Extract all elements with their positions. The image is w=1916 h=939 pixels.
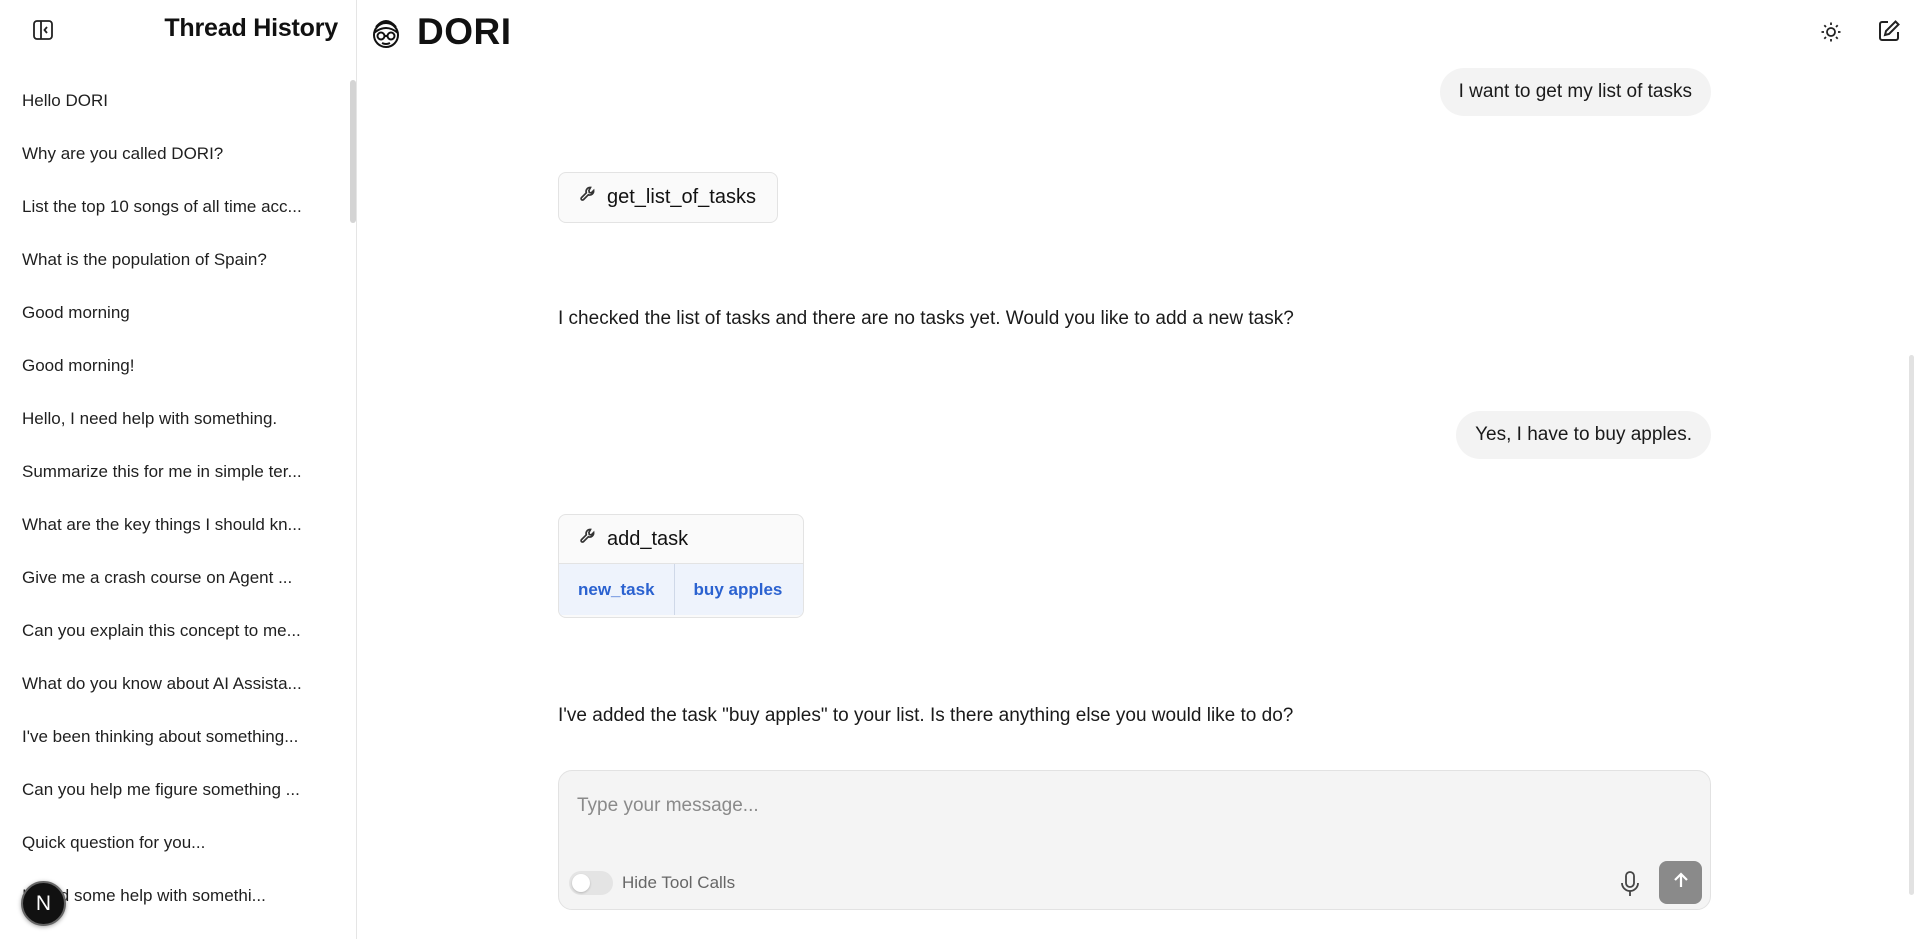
thread-item[interactable]: List the top 10 songs of all time acc... bbox=[0, 180, 345, 233]
tool-arg-key: new_task bbox=[578, 579, 655, 599]
thread-item[interactable]: What is the population of Spain? bbox=[0, 233, 345, 286]
tool-call-card[interactable]: get_list_of_tasks bbox=[558, 172, 778, 223]
thread-item[interactable]: What are the key things I should kn... bbox=[0, 498, 345, 551]
arrow-up-icon bbox=[1671, 870, 1691, 895]
tool-call-name: add_task bbox=[607, 527, 689, 550]
user-avatar[interactable]: N bbox=[21, 881, 66, 926]
thread-item[interactable]: Why are you called DORI? bbox=[0, 127, 345, 180]
thread-item[interactable]: Hello DORI bbox=[0, 74, 345, 127]
chat-area: I want to get my list of tasks get_list_… bbox=[358, 64, 1906, 939]
thread-item[interactable]: I've been thinking about something... bbox=[0, 710, 345, 763]
app-root: Thread History Hello DORI Why are you ca… bbox=[0, 0, 1916, 939]
toggle-knob bbox=[572, 874, 590, 892]
thread-item[interactable]: Can you help me figure something ... bbox=[0, 763, 345, 816]
thread-item[interactable]: Good morning! bbox=[0, 339, 345, 392]
sidebar-title: Thread History bbox=[164, 14, 338, 42]
thread-item[interactable]: Quick question for you... bbox=[0, 816, 345, 869]
thread-item[interactable]: Good morning bbox=[0, 286, 345, 339]
sidebar-collapse-icon[interactable] bbox=[30, 17, 56, 43]
tool-call-header: add_task bbox=[559, 515, 803, 563]
assistant-message: I checked the list of tasks and there ar… bbox=[558, 308, 1294, 329]
wrench-icon bbox=[579, 527, 597, 551]
message-input[interactable] bbox=[577, 791, 1677, 821]
send-button[interactable] bbox=[1659, 861, 1702, 904]
chat-scrollbar[interactable] bbox=[1909, 355, 1914, 895]
wrench-icon bbox=[579, 185, 597, 209]
thread-item[interactable]: What do you know about AI Assista... bbox=[0, 657, 345, 710]
sidebar-header: Thread History bbox=[0, 0, 356, 60]
assistant-message: I've added the task "buy apples" to your… bbox=[558, 705, 1294, 726]
tool-call-name: get_list_of_tasks bbox=[607, 185, 756, 208]
brand-name: DORI bbox=[417, 11, 512, 52]
top-bar: DORI bbox=[358, 0, 1916, 64]
tool-call-args: new_task buy apples bbox=[559, 563, 803, 615]
thread-item[interactable]: Can you explain this concept to me... bbox=[0, 604, 345, 657]
thread-item[interactable]: Give me a crash course on Agent ... bbox=[0, 551, 345, 604]
microphone-icon[interactable] bbox=[1616, 869, 1644, 899]
dori-logo-icon bbox=[368, 13, 404, 51]
user-message: Yes, I have to buy apples. bbox=[1456, 411, 1711, 459]
edit-icon[interactable] bbox=[1876, 18, 1902, 44]
user-message: I want to get my list of tasks bbox=[1439, 68, 1711, 116]
sun-icon[interactable] bbox=[1819, 20, 1843, 44]
thread-item[interactable]: Summarize this for me in simple ter... bbox=[0, 445, 345, 498]
message-composer: Hide Tool Calls bbox=[558, 770, 1711, 910]
thread-history-sidebar: Thread History Hello DORI Why are you ca… bbox=[0, 0, 357, 939]
sidebar-scrollbar[interactable] bbox=[350, 80, 356, 223]
hide-tool-calls-label: Hide Tool Calls bbox=[622, 873, 736, 892]
user-message-text: Yes, I have to buy apples. bbox=[1475, 424, 1692, 445]
tool-call-header: get_list_of_tasks bbox=[559, 173, 777, 221]
thread-item[interactable]: Hello, I need help with something. bbox=[0, 392, 345, 445]
tool-arg-value: buy apples bbox=[673, 564, 802, 615]
tool-call-card[interactable]: add_task new_task buy apples bbox=[558, 514, 804, 618]
hide-tool-calls-toggle[interactable] bbox=[569, 871, 613, 895]
thread-list: Hello DORI Why are you called DORI? List… bbox=[0, 74, 345, 922]
user-message-text: I want to get my list of tasks bbox=[1458, 81, 1692, 102]
